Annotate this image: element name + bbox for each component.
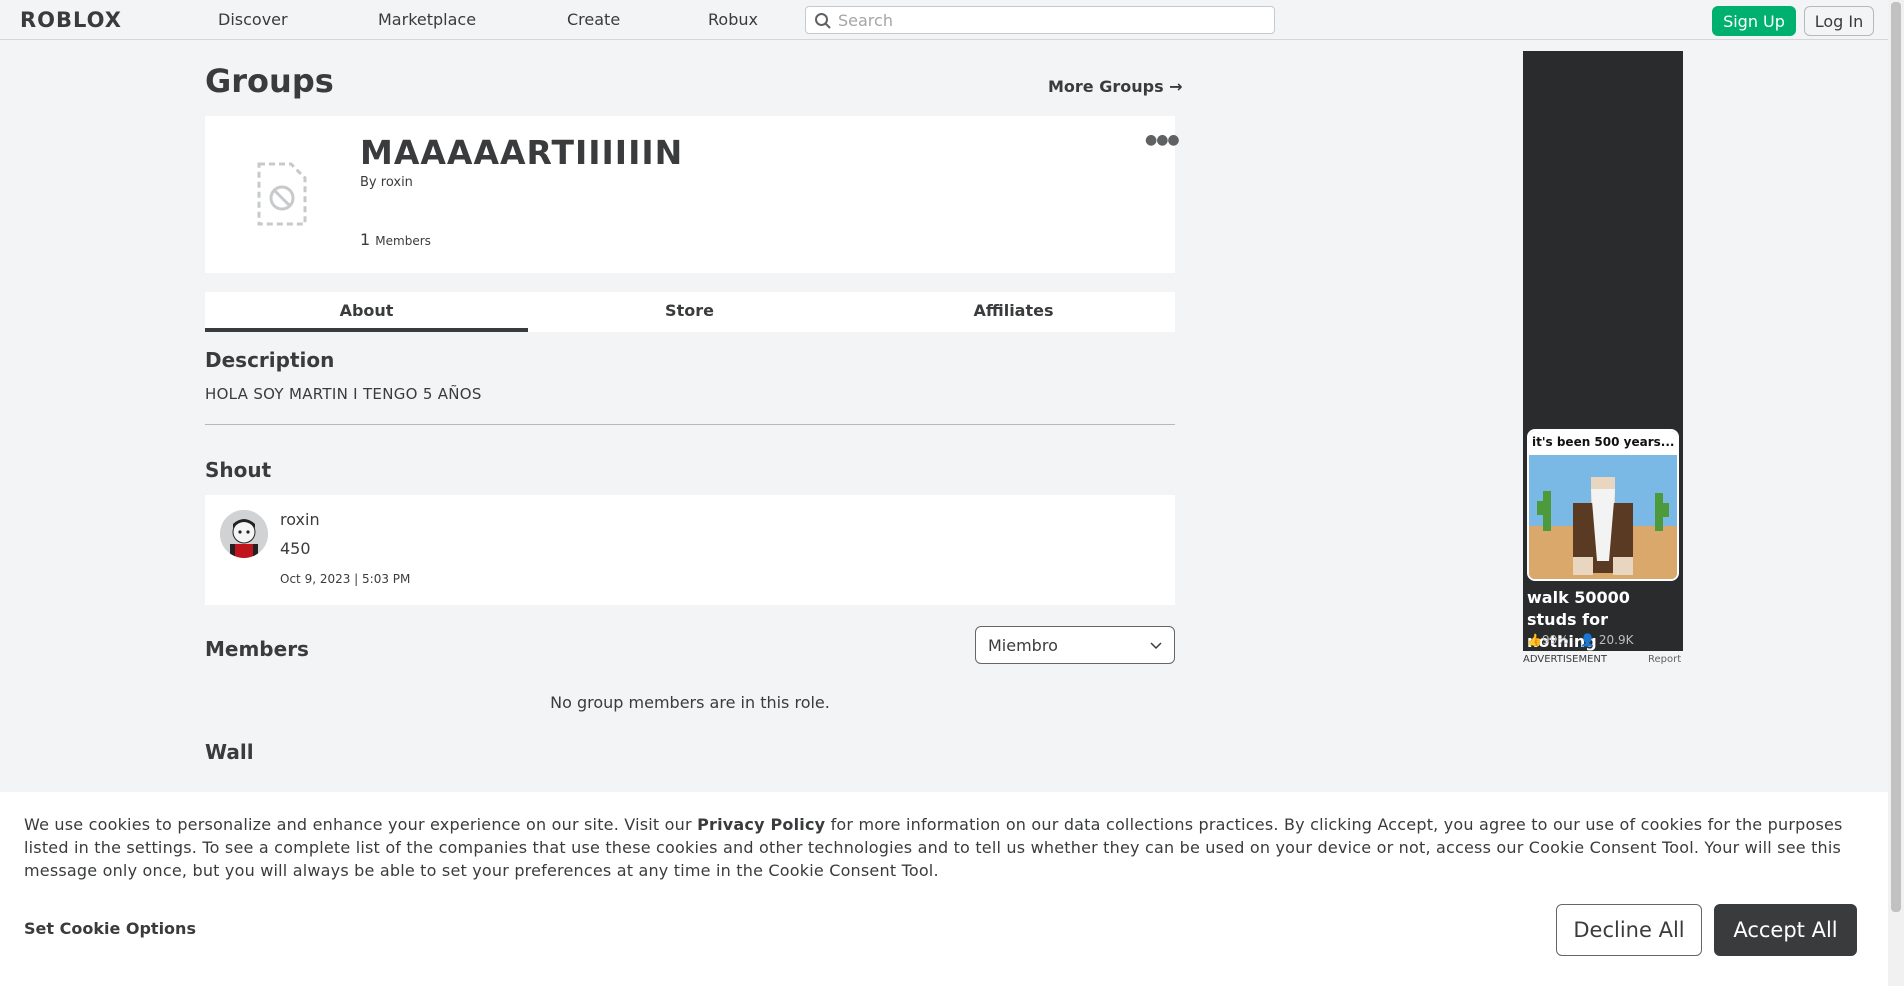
ad-game-thumbnail[interactable]: it's been 500 years... <box>1527 429 1679 581</box>
cookie-message: We use cookies to personalize and enhanc… <box>24 813 1864 882</box>
thumbs-up-icon: 👍 <box>1527 633 1542 647</box>
advertisement-banner[interactable]: it's been 500 years... walk 50000 studs … <box>1523 51 1683 651</box>
group-header-card: MAAAAARTIIIIIIN By roxin 1 Members ●●● <box>205 116 1180 273</box>
shout-body: 450 <box>280 539 311 558</box>
search-input[interactable] <box>838 10 1258 30</box>
tab-about[interactable]: About <box>205 292 528 332</box>
avatar[interactable] <box>220 510 268 558</box>
ad-stats: 👍99% 👤 20.9K <box>1527 633 1633 647</box>
chevron-down-icon <box>1150 642 1162 650</box>
group-name: MAAAAARTIIIIIIN <box>360 133 684 172</box>
description-text: HOLA SOY MARTIN I TENGO 5 AÑOS <box>205 385 482 403</box>
ad-rating: 99% <box>1541 633 1569 647</box>
owner-link[interactable]: roxin <box>381 175 413 190</box>
ad-label: ADVERTISEMENT <box>1523 654 1608 665</box>
no-members-message: No group members are in this role. <box>550 693 830 712</box>
divider <box>205 424 1175 425</box>
sign-up-button[interactable]: Sign Up <box>1712 6 1796 36</box>
roblox-logo[interactable]: ROBLOX <box>20 8 122 32</box>
group-owner: By roxin <box>360 175 413 190</box>
log-in-button[interactable]: Log In <box>1804 6 1874 36</box>
scrollbar-thumb[interactable] <box>1891 2 1901 912</box>
accept-all-button[interactable]: Accept All <box>1714 904 1857 956</box>
ad-report-link[interactable]: Report <box>1648 654 1681 665</box>
top-navigation: ROBLOX Discover Marketplace Create Robux… <box>0 0 1904 40</box>
by-prefix: By <box>360 175 377 190</box>
set-cookie-options-link[interactable]: Set Cookie Options <box>24 919 196 938</box>
group-emblem-placeholder-icon <box>257 162 307 226</box>
cookie-text-part1: We use cookies to personalize and enhanc… <box>24 815 698 834</box>
members-title: Members <box>205 637 309 661</box>
ellipsis-icon[interactable]: ●●● <box>1145 132 1180 148</box>
more-groups-link[interactable]: More Groups → <box>1048 77 1183 96</box>
ad-thumbnail-image-icon <box>1529 431 1677 579</box>
page-title: Groups <box>205 62 334 100</box>
member-count-label: Members <box>375 234 431 248</box>
shout-author[interactable]: roxin <box>280 510 320 529</box>
search-icon[interactable] <box>814 12 832 30</box>
nav-discover[interactable]: Discover <box>218 10 288 29</box>
wall-title: Wall <box>205 740 254 764</box>
decline-all-button[interactable]: Decline All <box>1556 904 1702 956</box>
tab-store[interactable]: Store <box>528 292 851 332</box>
member-count-value: 1 <box>360 230 371 249</box>
group-tabs: About Store Affiliates <box>205 292 1175 332</box>
nav-marketplace[interactable]: Marketplace <box>378 10 476 29</box>
role-selected-value: Miembro <box>988 636 1058 655</box>
shout-title: Shout <box>205 458 272 482</box>
ad-thumb-text: it's been 500 years... <box>1532 435 1675 449</box>
players-icon: 👤 <box>1580 633 1596 647</box>
cookie-consent-banner: We use cookies to personalize and enhanc… <box>0 792 1888 986</box>
description-title: Description <box>205 348 335 372</box>
tab-affiliates[interactable]: Affiliates <box>852 292 1175 332</box>
ad-players: 20.9K <box>1598 633 1634 647</box>
role-dropdown[interactable]: Miembro <box>975 626 1175 664</box>
shout-timestamp: Oct 9, 2023 | 5:03 PM <box>280 572 411 586</box>
privacy-policy-link[interactable]: Privacy Policy <box>697 815 825 834</box>
nav-robux[interactable]: Robux <box>708 10 758 29</box>
page-scrollbar[interactable] <box>1888 0 1904 986</box>
nav-create[interactable]: Create <box>567 10 620 29</box>
avatar-image-icon <box>220 510 268 558</box>
search-box <box>805 6 1275 34</box>
shout-card: roxin 450 Oct 9, 2023 | 5:03 PM <box>205 495 1175 605</box>
member-count: 1 Members <box>360 230 431 249</box>
